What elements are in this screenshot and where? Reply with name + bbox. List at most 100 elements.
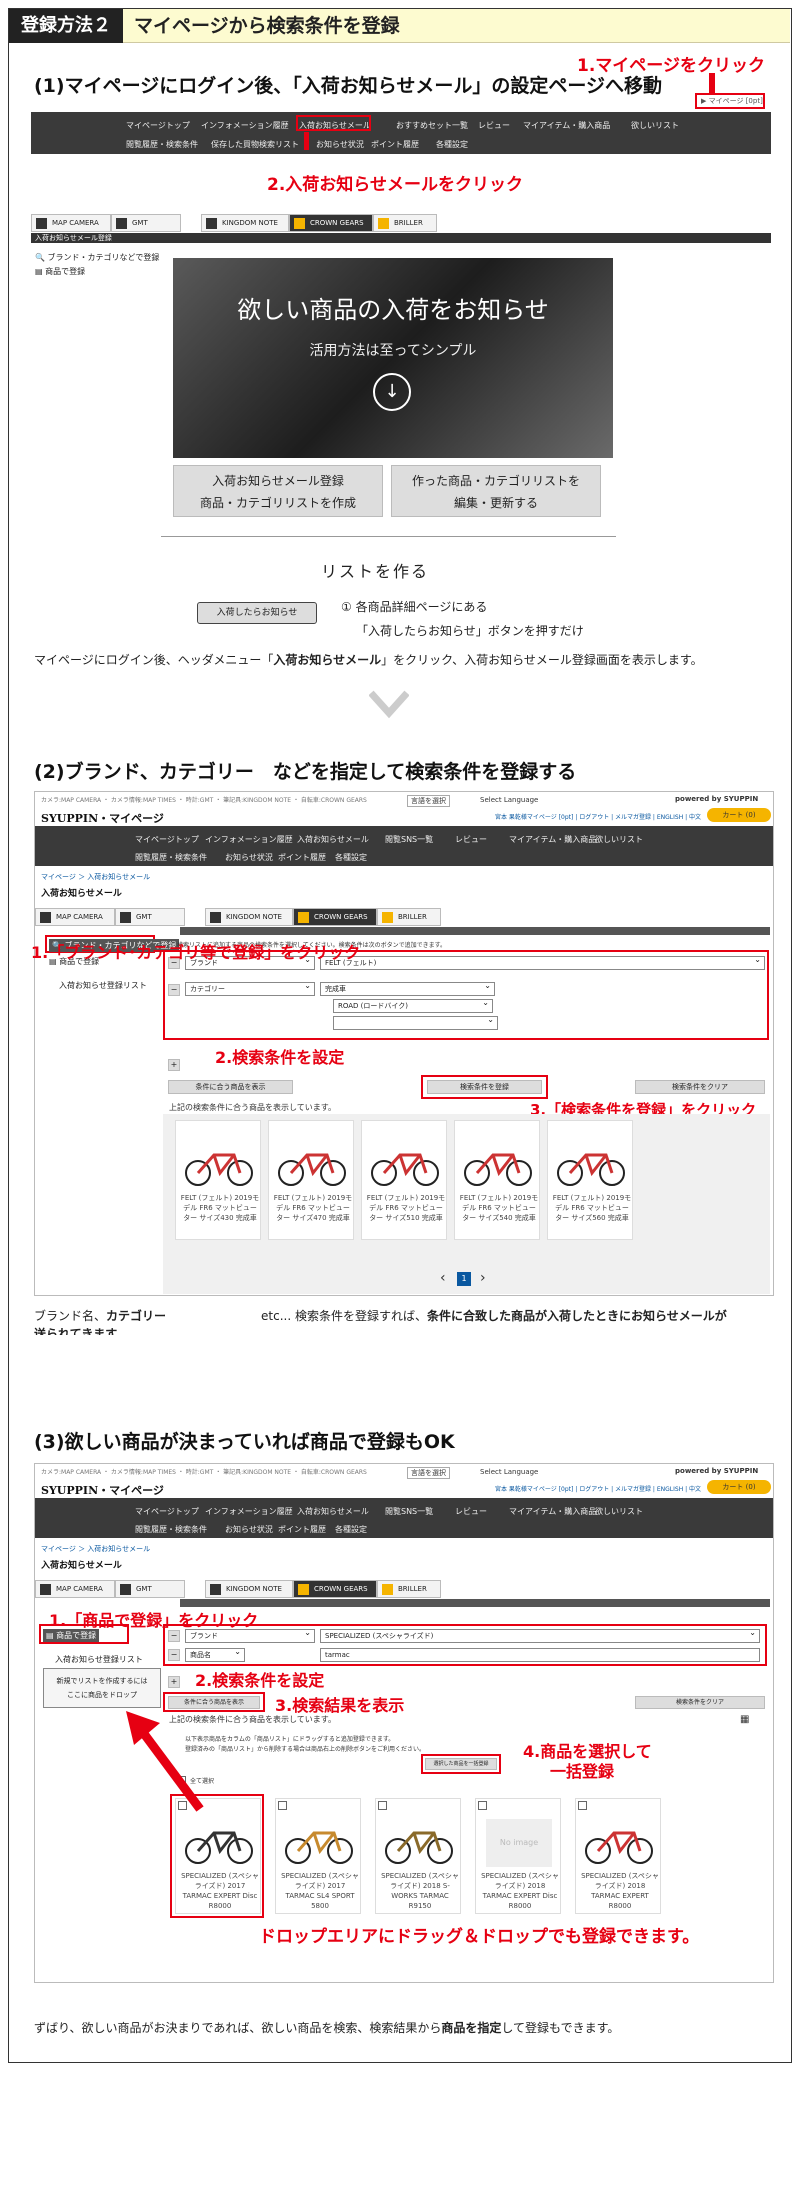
nav-item[interactable]: 欲しいリスト [631, 120, 679, 131]
bulk-register-button[interactable]: 選択した商品を一括登録 [425, 1758, 497, 1770]
nav-item[interactable]: 閲覧SNS一覧 [385, 834, 433, 845]
nav-item[interactable]: 保存した買物検索リスト [211, 139, 299, 150]
side-item-list[interactable]: 入荷お知らせ登録リスト [55, 1654, 143, 1665]
cart-button[interactable]: カート (0) [707, 1480, 771, 1494]
breadcrumb[interactable]: マイページ ＞ 入荷お知らせメール [41, 872, 150, 882]
product-card[interactable]: SPECIALIZED (スペシャライズド) 2018 TARMAC EXPER… [575, 1798, 661, 1914]
clear-conditions-button[interactable]: 検索条件をクリア [635, 1696, 765, 1709]
nav-item[interactable]: お知らせ状況 [225, 1524, 273, 1535]
nav-item[interactable]: ポイント履歴 [278, 1524, 326, 1535]
notify-button[interactable]: 入荷したらお知らせ [197, 602, 317, 624]
breadcrumb[interactable]: マイページ ＞ 入荷お知らせメール [41, 1544, 150, 1554]
nav-item[interactable]: レビュー [455, 834, 487, 845]
nav-item[interactable]: ポイント履歴 [371, 139, 419, 150]
tab-briller[interactable]: BRILLER [377, 908, 441, 926]
register-list-button[interactable]: 入荷お知らせメール登録 商品・カテゴリリストを作成 [173, 465, 383, 517]
brand-select[interactable]: FELT (フェルト) [320, 954, 765, 970]
product-card[interactable]: FELT (フェルト) 2019モデル FR6 マットビューター サイズ430 … [175, 1120, 261, 1240]
tab-crowngears[interactable]: CROWN GEARS [293, 1580, 377, 1598]
tab-mapcamera[interactable]: MAP CAMERA [35, 908, 115, 926]
product-card[interactable]: SPECIALIZED (スペシャライズド) 2017 TARMAC SL4 S… [275, 1798, 361, 1914]
side-item-product[interactable]: ▤ 商品で登録 [35, 266, 85, 277]
nav-item[interactable]: マイアイテム・購入商品 [509, 1506, 596, 1517]
remove-row-button[interactable]: − [168, 984, 180, 996]
category-select[interactable]: 完成車 [320, 980, 495, 996]
tab-briller[interactable]: BRILLER [373, 214, 437, 232]
tab-crowngears[interactable]: CROWN GEARS [289, 214, 373, 232]
empty-select[interactable] [333, 1014, 498, 1030]
prev-page-icon[interactable]: ‹ [440, 1270, 446, 1286]
tab-crowngears[interactable]: CROWN GEARS [293, 908, 377, 926]
nav-item[interactable]: 各種設定 [335, 852, 367, 863]
nav-item[interactable]: 入荷お知らせメール [297, 834, 369, 845]
nav-item[interactable]: ポイント履歴 [278, 852, 326, 863]
category-label-select[interactable]: カテゴリー [185, 980, 315, 996]
remove-row-button[interactable]: − [168, 1649, 180, 1661]
site-logo[interactable]: SYUPPIN・マイページ [41, 1482, 164, 1498]
nav-item[interactable]: マイアイテム・購入商品 [509, 834, 596, 845]
show-results-button[interactable]: 条件に合う商品を表示 [168, 1696, 260, 1709]
nav-item[interactable]: 欲しいリスト [595, 1506, 643, 1517]
next-page-icon[interactable]: › [480, 1270, 486, 1286]
grid-view-icon[interactable]: ▦ [740, 1714, 749, 1725]
nav-item[interactable]: 各種設定 [436, 139, 468, 150]
name-label-select[interactable]: 商品名 [185, 1646, 245, 1662]
add-row-button[interactable]: + [168, 1059, 180, 1071]
nav-item[interactable]: インフォメーション履歴 [201, 120, 289, 131]
side-item-list[interactable]: 入荷お知らせ登録リスト [59, 980, 147, 991]
product-card[interactable]: No image SPECIALIZED (スペシャライズド) 2018 TARM… [475, 1798, 561, 1914]
nav-item[interactable]: マイページトップ [135, 834, 199, 845]
nav-item[interactable]: お知らせ状況 [316, 139, 364, 150]
subcategory-select[interactable]: ROAD (ロードバイク) [333, 997, 493, 1013]
nav-item[interactable]: 閲覧履歴・検索条件 [126, 139, 198, 150]
product-card[interactable]: FELT (フェルト) 2019モデル FR6 マットビューター サイズ560 … [547, 1120, 633, 1240]
tab-briller[interactable]: BRILLER [377, 1580, 441, 1598]
side-item-brand[interactable]: 🔍 ブランド・カテゴリなどで登録 [35, 252, 159, 263]
nav-item[interactable]: お知らせ状況 [225, 852, 273, 863]
scroll-down-icon[interactable]: ↓ [373, 373, 411, 411]
page-number[interactable]: 1 [457, 1272, 471, 1286]
nav-item[interactable]: マイアイテム・購入商品 [523, 120, 610, 131]
product-card[interactable]: FELT (フェルト) 2019モデル FR6 マットビューター サイズ540 … [454, 1120, 540, 1240]
cart-button[interactable]: カート (0) [707, 808, 771, 822]
tab-gmt[interactable]: GMT [115, 1580, 185, 1598]
remove-row-button[interactable]: − [168, 1630, 180, 1642]
product-card[interactable]: FELT (フェルト) 2019モデル FR6 マットビューター サイズ470 … [268, 1120, 354, 1240]
nav-item[interactable]: 閲覧履歴・検索条件 [135, 852, 207, 863]
add-row-button[interactable]: + [168, 1676, 180, 1688]
product-card[interactable]: SPECIALIZED (スペシャライズド) 2018 S-WORKS TARM… [375, 1798, 461, 1914]
show-results-button[interactable]: 条件に合う商品を表示 [168, 1080, 293, 1094]
edit-list-button[interactable]: 作った商品・カテゴリリストを 編集・更新する [391, 465, 601, 517]
nav-item[interactable]: レビュー [478, 120, 510, 131]
nav-item[interactable]: レビュー [455, 1506, 487, 1517]
nav-item[interactable]: おすすめセット一覧 [396, 120, 468, 131]
mypage-link[interactable]: ▶ マイページ [0pt] [701, 96, 763, 106]
tab-mapcamera[interactable]: MAP CAMERA [31, 214, 111, 232]
account-links[interactable]: 宮本 果乾様マイページ [0pt] | ログアウト | メルマガ登録 | ENG… [495, 1484, 701, 1493]
register-conditions-button[interactable]: 検索条件を登録 [427, 1080, 542, 1094]
nav-item[interactable]: 閲覧SNS一覧 [385, 1506, 433, 1517]
tab-gmt[interactable]: GMT [115, 908, 185, 926]
drop-area[interactable]: 新規でリストを作成するには ここに商品をドロップ [43, 1668, 161, 1708]
nav-item[interactable]: インフォメーション履歴 [205, 1506, 293, 1517]
language-select[interactable]: 言語を選択 [407, 1467, 450, 1479]
clear-conditions-button[interactable]: 検索条件をクリア [635, 1080, 765, 1094]
language-select[interactable]: 言語を選択 [407, 795, 450, 807]
brand-label-select[interactable]: ブランド [185, 1627, 315, 1643]
name-input[interactable]: tarmac [320, 1648, 760, 1662]
tab-kingdomnote[interactable]: KINGDOM NOTE [201, 214, 289, 232]
account-links[interactable]: 宮本 果乾様マイページ [0pt] | ログアウト | メルマガ登録 | ENG… [495, 812, 701, 821]
nav-item[interactable]: インフォメーション履歴 [205, 834, 293, 845]
nav-item[interactable]: 閲覧履歴・検索条件 [135, 1524, 207, 1535]
nav-item[interactable]: マイページトップ [126, 120, 190, 131]
site-logo[interactable]: SYUPPIN・マイページ [41, 810, 164, 826]
tab-mapcamera[interactable]: MAP CAMERA [35, 1580, 115, 1598]
brand-select[interactable]: SPECIALIZED (スペシャライズド) [320, 1627, 760, 1643]
tab-kingdomnote[interactable]: KINGDOM NOTE [205, 1580, 293, 1598]
nav-item[interactable]: マイページトップ [135, 1506, 199, 1517]
tab-gmt[interactable]: GMT [111, 214, 181, 232]
tab-kingdomnote[interactable]: KINGDOM NOTE [205, 908, 293, 926]
nav-item[interactable]: 入荷お知らせメール [297, 1506, 369, 1517]
nav-item[interactable]: 欲しいリスト [595, 834, 643, 845]
product-card[interactable]: FELT (フェルト) 2019モデル FR6 マットビューター サイズ510 … [361, 1120, 447, 1240]
